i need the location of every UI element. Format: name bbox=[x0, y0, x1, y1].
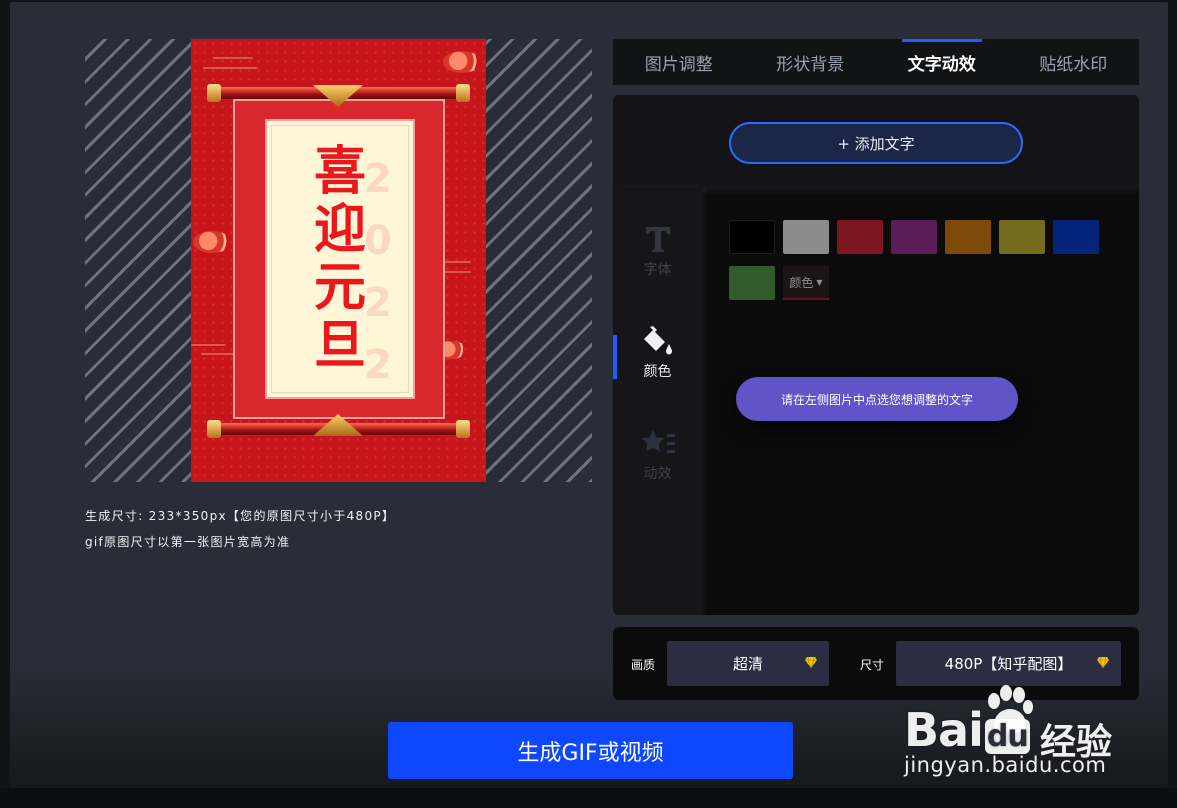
caret-down-icon: ▼ bbox=[816, 277, 823, 287]
sidebar-item-font[interactable]: 字体 bbox=[613, 219, 702, 283]
color-swatch[interactable] bbox=[1053, 220, 1099, 254]
quality-label: 画质 bbox=[631, 658, 656, 672]
tab-bar: 图片调整 形状背景 文字动效 贴纸水印 bbox=[613, 39, 1139, 85]
premium-diamond-icon bbox=[1097, 657, 1109, 668]
size-label: 尺寸 bbox=[860, 658, 885, 672]
baidu-jingyan-watermark: Bai du 经验 jingyan.baidu.com bbox=[900, 683, 1114, 783]
sidebar-item-label: 动效 bbox=[643, 466, 672, 482]
tab-shape-background[interactable]: 形状背景 bbox=[745, 39, 877, 85]
color-swatch[interactable] bbox=[999, 220, 1045, 254]
color-picker-label: 颜色 bbox=[789, 275, 814, 290]
font-t-icon bbox=[644, 223, 672, 255]
tab-image-adjust[interactable]: 图片调整 bbox=[613, 39, 745, 85]
sidebar-item-effects[interactable]: 动效 bbox=[613, 423, 702, 487]
add-text-button[interactable]: + 添加文字 bbox=[729, 122, 1023, 164]
watermark-brand: Bai du bbox=[904, 703, 1030, 757]
scroll-frame: 2 0 2 2 喜 迎 元 旦 bbox=[233, 99, 445, 419]
color-swatch[interactable] bbox=[729, 220, 775, 254]
color-swatches: 颜色 ▼ bbox=[729, 220, 1109, 300]
panel-header: + 添加文字 bbox=[613, 95, 1139, 187]
tab-sticker-watermark[interactable]: 贴纸水印 bbox=[1008, 39, 1140, 85]
size-value: 480P【知乎配图】 bbox=[944, 655, 1073, 673]
editor-sidebar: 字体 颜色 动效 bbox=[613, 187, 702, 615]
color-swatch[interactable] bbox=[837, 220, 883, 254]
bottom-strip bbox=[0, 788, 1177, 808]
star-list-icon bbox=[640, 427, 676, 459]
generate-gif-button[interactable]: 生成GIF或视频 bbox=[388, 722, 793, 779]
sidebar-item-color[interactable]: 颜色 bbox=[613, 321, 702, 385]
select-text-hint: 请在左侧图片中点选您想调整的文字 bbox=[736, 377, 1018, 421]
size-select[interactable]: 480P【知乎配图】 bbox=[896, 641, 1121, 686]
tab-text-effects[interactable]: 文字动效 bbox=[876, 39, 1008, 85]
paint-bucket-icon bbox=[641, 325, 675, 357]
preview-stage: 2 0 2 2 喜 迎 元 旦 bbox=[85, 39, 592, 482]
color-swatch[interactable] bbox=[945, 220, 991, 254]
color-swatch[interactable] bbox=[729, 266, 775, 300]
size-info: 生成尺寸: 233*350px【您的原图尺寸小于480P】 gif原图尺寸以第一… bbox=[85, 503, 395, 555]
premium-diamond-icon bbox=[805, 657, 817, 668]
size-info-line: 生成尺寸: 233*350px【您的原图尺寸小于480P】 bbox=[85, 509, 396, 523]
color-swatch[interactable] bbox=[891, 220, 937, 254]
sidebar-item-label: 颜色 bbox=[643, 364, 672, 380]
color-swatch[interactable] bbox=[783, 220, 829, 254]
text-editor-panel: + 添加文字 字体 颜色 动效 颜色 ▼ 请在左侧图片中点选您想调整的文字 bbox=[613, 95, 1139, 615]
cloud-decor-icon bbox=[443, 51, 481, 73]
quality-select[interactable]: 超清 bbox=[667, 641, 829, 686]
sidebar-item-label: 字体 bbox=[643, 262, 672, 278]
watermark-url: jingyan.baidu.com bbox=[904, 753, 1107, 777]
color-picker-dropdown[interactable]: 颜色 ▼ bbox=[783, 266, 829, 300]
cloud-decor-icon bbox=[193, 231, 231, 253]
poster-image[interactable]: 2 0 2 2 喜 迎 元 旦 bbox=[191, 39, 486, 482]
gif-note: gif原图尺寸以第一张图片宽高为准 bbox=[85, 535, 291, 549]
quality-value: 超清 bbox=[732, 655, 763, 673]
poster-title[interactable]: 喜 迎 元 旦 bbox=[272, 126, 408, 392]
